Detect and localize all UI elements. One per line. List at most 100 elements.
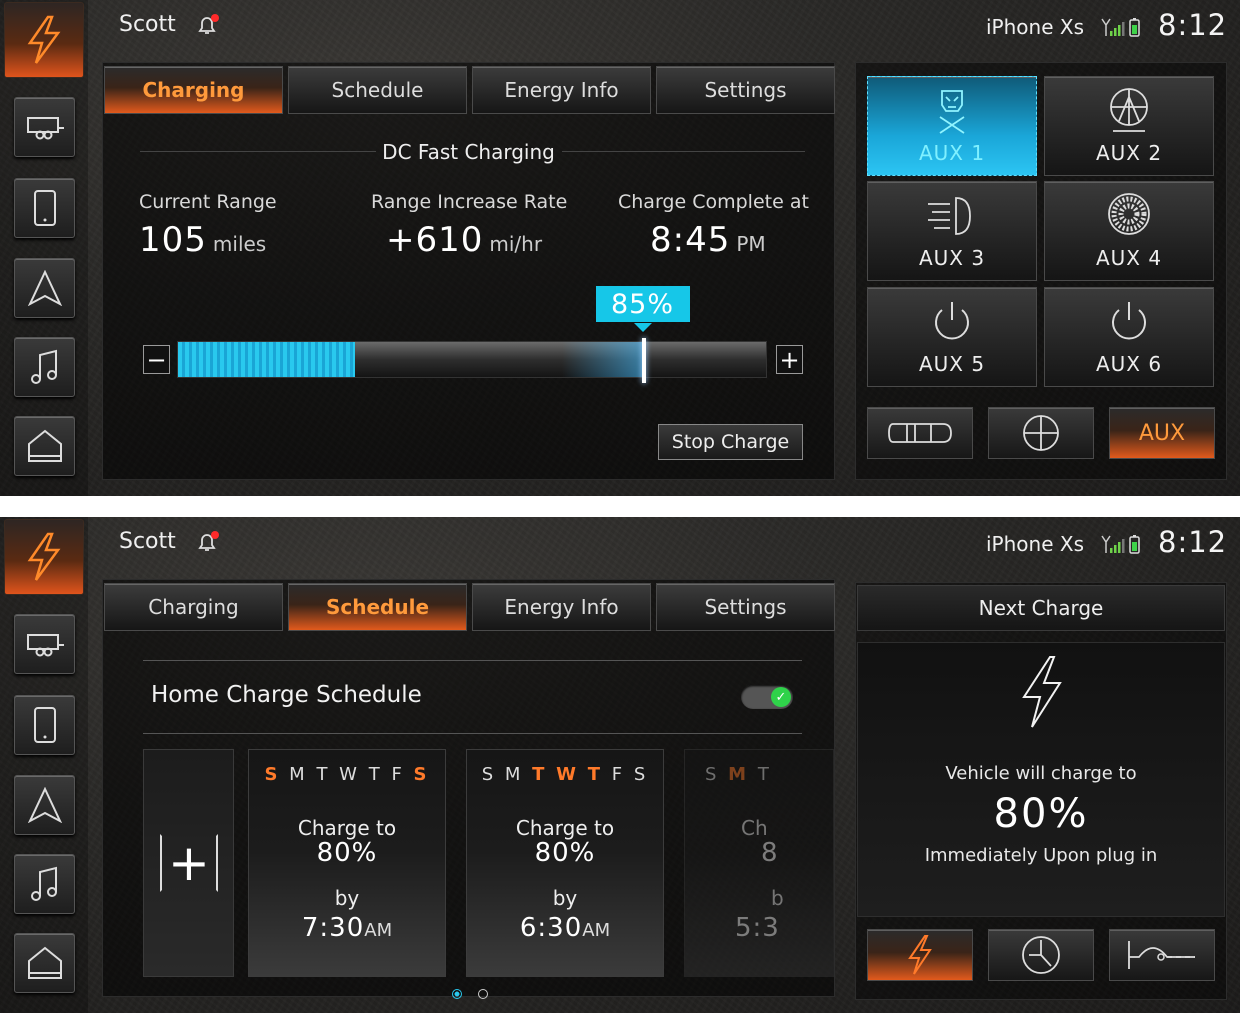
tab-settings[interactable]: Settings — [656, 583, 835, 631]
phone-icon — [33, 190, 56, 226]
charge-by-time: 5:3 — [735, 913, 780, 943]
left-rail — [0, 517, 88, 1013]
add-schedule-card[interactable]: + — [143, 749, 234, 977]
day-letter: S — [264, 764, 281, 785]
grille-light-icon — [1108, 193, 1150, 235]
aux-1-button[interactable]: AUX 1 — [867, 76, 1037, 176]
charging-app-button[interactable] — [4, 519, 84, 595]
day-letter: W — [556, 764, 580, 785]
notification-bell-icon[interactable] — [196, 531, 220, 553]
vehicle-view-button[interactable] — [867, 407, 973, 459]
day-letter: M — [728, 764, 750, 785]
aux-5-button[interactable]: AUX 5 — [867, 287, 1037, 387]
off-peak-rate-button[interactable] — [1109, 929, 1215, 981]
charge-by-time: 7:30AM — [301, 913, 393, 943]
aux-6-button[interactable]: AUX 6 — [1044, 287, 1214, 387]
charge-level-slider[interactable] — [177, 338, 767, 383]
aux-label: AUX 3 — [918, 246, 986, 270]
target-percent-tag: 85% — [595, 286, 690, 332]
phone-button[interactable] — [14, 695, 75, 755]
schedule-days: S M T W T F S — [249, 764, 445, 785]
next-charge-line1: Vehicle will charge to — [945, 763, 1137, 784]
next-charge-line2: Immediately Upon plug in — [924, 845, 1158, 866]
day-letter: S — [633, 764, 649, 785]
offroad-view-button[interactable] — [988, 407, 1094, 459]
next-charge-title: Next Charge — [857, 585, 1225, 631]
day-letter: F — [611, 764, 626, 785]
home-button[interactable] — [14, 933, 75, 993]
aux-4-button[interactable]: AUX 4 — [1044, 181, 1214, 281]
day-letter: F — [391, 764, 405, 785]
stop-charge-button[interactable]: Stop Charge — [658, 424, 803, 460]
target-slider-handle[interactable] — [641, 338, 646, 383]
page-dot[interactable] — [478, 989, 488, 999]
aux-2-button[interactable]: AUX 2 — [1044, 76, 1214, 176]
charge-target-percent: 8 — [761, 838, 779, 868]
trailer-button[interactable] — [14, 97, 75, 157]
tab-schedule[interactable]: Schedule — [288, 583, 467, 631]
music-note-icon — [30, 866, 57, 901]
spotlight-icon — [1110, 88, 1148, 132]
current-charge-fill — [178, 342, 355, 377]
rate-curve-icon — [1128, 941, 1195, 969]
charge-complete-label: Charge Complete at — [618, 191, 809, 213]
tab-schedule[interactable]: Schedule — [288, 66, 467, 114]
tab-charging[interactable]: Charging — [104, 66, 283, 114]
media-button[interactable] — [14, 337, 75, 397]
tab-energy-info[interactable]: Energy Info — [472, 66, 651, 114]
schedule-card-partial[interactable]: S M T Ch 8 b 5:3 — [684, 749, 834, 977]
lightning-icon — [27, 532, 61, 581]
aux-switches-button[interactable]: AUX — [1109, 407, 1215, 459]
check-icon: ✓ — [771, 687, 791, 707]
home-button[interactable] — [14, 416, 75, 476]
navigation-button[interactable] — [14, 775, 75, 835]
light-bar-icon — [939, 90, 965, 134]
lightning-icon — [908, 935, 932, 975]
schedule-timer-button[interactable] — [988, 929, 1094, 981]
schedule-title: Home Charge Schedule — [151, 682, 422, 708]
signal-battery-icon — [1101, 535, 1140, 554]
charging-app-button[interactable] — [4, 2, 84, 78]
current-range-value: 105 miles — [139, 220, 267, 260]
charge-to-label: Ch — [741, 816, 768, 840]
tab-energy-info[interactable]: Energy Info — [472, 583, 651, 631]
home-icon — [27, 946, 62, 979]
increase-target-button[interactable]: + — [776, 345, 803, 374]
day-letter: S — [481, 764, 497, 785]
charge-to-label: Charge to — [297, 816, 397, 840]
aux-label: AUX 5 — [918, 352, 986, 376]
tab-charging[interactable]: Charging — [104, 583, 283, 631]
day-letter: T — [587, 764, 604, 785]
decrease-target-button[interactable]: − — [143, 345, 170, 374]
phone-button[interactable] — [14, 178, 75, 238]
connected-device: iPhone Xs — [986, 532, 1084, 556]
media-button[interactable] — [14, 854, 75, 914]
music-note-icon — [30, 349, 57, 384]
navigation-button[interactable] — [14, 258, 75, 318]
schedule-enable-toggle[interactable]: ✓ — [741, 685, 793, 709]
day-letter: S — [413, 764, 430, 785]
day-letter: S — [705, 764, 720, 785]
schedule-days: S M T — [705, 764, 833, 785]
schedule-card[interactable]: S M T W T F S Charge to 80% by 7:30AM — [248, 749, 446, 977]
trailer-button[interactable] — [14, 614, 75, 674]
charge-by-time: 6:30AM — [519, 913, 611, 943]
headlight-icon — [928, 197, 971, 235]
charge-complete-value: 8:45 PM — [650, 220, 766, 260]
target-charge-glow — [561, 342, 642, 377]
charge-now-button[interactable] — [867, 929, 973, 981]
aux-3-button[interactable]: AUX 3 — [867, 181, 1037, 281]
by-label: b — [771, 886, 784, 910]
clock: 8:12 — [1158, 525, 1228, 559]
lightning-icon — [27, 15, 61, 64]
schedule-card[interactable]: S M T W T F S Charge to 80% by 6:30AM — [466, 749, 664, 977]
tab-settings[interactable]: Settings — [656, 66, 835, 114]
signal-battery-icon — [1101, 18, 1140, 37]
car-top-view-icon — [888, 423, 952, 443]
day-letter: W — [339, 764, 360, 785]
clock: 8:12 — [1158, 8, 1228, 42]
tab-bar: Charging Schedule Energy Info Settings — [104, 66, 835, 114]
notification-bell-icon[interactable] — [196, 14, 220, 36]
page-dot-active[interactable] — [452, 989, 462, 999]
connected-device: iPhone Xs — [986, 15, 1084, 39]
